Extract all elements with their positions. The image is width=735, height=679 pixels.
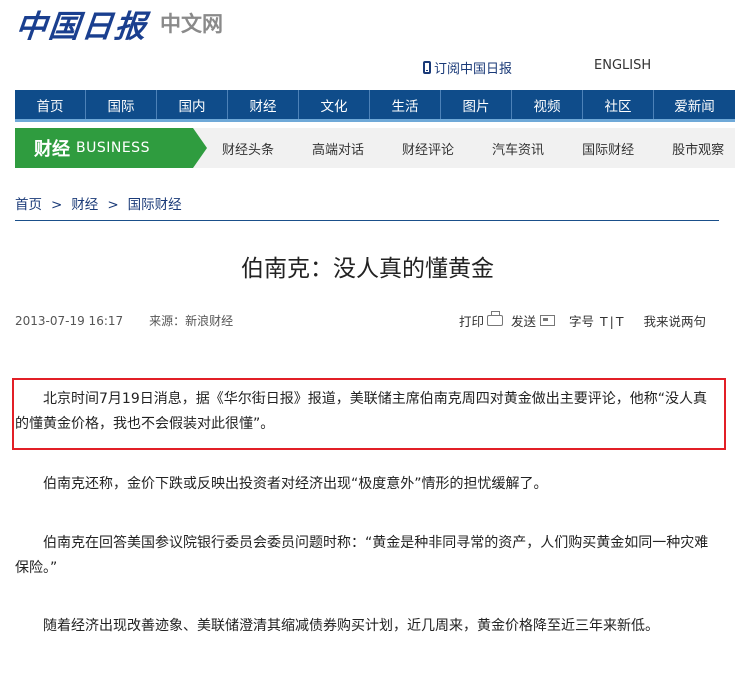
breadcrumb-divider <box>15 220 719 221</box>
breadcrumb-separator: > <box>51 197 63 213</box>
nav-item-video[interactable]: 视频 <box>512 90 583 119</box>
nav-item-ainews[interactable]: 爱新闻 <box>654 90 735 119</box>
section-link-headlines[interactable]: 财经头条 <box>222 139 274 158</box>
section-name-cn: 财经 <box>34 139 70 160</box>
section-name-en: BUSINESS <box>76 140 150 156</box>
font-size-small[interactable]: T <box>616 314 624 329</box>
nav-item-home[interactable]: 首页 <box>15 90 86 119</box>
comment-link[interactable]: 我来说两句 <box>644 311 707 330</box>
section-nav: 财经 BUSINESS 财经头条 高端对话 财经评论 汽车资讯 国际财经 股市观… <box>15 128 735 168</box>
section-links: 财经头条 高端对话 财经评论 汽车资讯 国际财经 股市观察 <box>222 128 735 168</box>
print-button[interactable]: 打印 <box>459 311 484 330</box>
nav-item-photos[interactable]: 图片 <box>441 90 512 119</box>
main-nav: 首页 国际 国内 财经 文化 生活 图片 视频 社区 爱新闻 <box>15 90 735 122</box>
article-source: 来源：新浪财经 <box>149 314 234 328</box>
breadcrumb-business[interactable]: 财经 <box>71 197 98 213</box>
nav-item-community[interactable]: 社区 <box>583 90 654 119</box>
english-link[interactable]: ENGLISH <box>594 58 651 73</box>
nav-item-life[interactable]: 生活 <box>370 90 441 119</box>
breadcrumb: 首页 > 财经 > 国际财经 <box>15 193 182 213</box>
font-size-separator: | <box>609 314 614 329</box>
section-link-commentary[interactable]: 财经评论 <box>402 139 454 158</box>
logo-subtitle: 中文网 <box>160 12 223 36</box>
article-tools: 打印 发送 字号 T | T 我来说两句 <box>459 311 706 330</box>
send-button[interactable]: 发送 <box>511 311 536 330</box>
section-link-dialogue[interactable]: 高端对话 <box>312 139 364 158</box>
article-paragraph: 伯南克还称，金价下跌或反映出投资者对经济出现“极度意外”情形的担忧缓解了。 <box>43 476 548 492</box>
printer-icon[interactable] <box>487 311 504 326</box>
nav-item-world[interactable]: 国际 <box>86 90 157 119</box>
logo-text: 中国日报 <box>13 8 150 45</box>
section-badge[interactable]: 财经 BUSINESS <box>15 128 207 168</box>
nav-item-business[interactable]: 财经 <box>228 90 299 119</box>
nav-item-culture[interactable]: 文化 <box>299 90 370 119</box>
breadcrumb-home[interactable]: 首页 <box>15 197 42 213</box>
breadcrumb-intl-finance[interactable]: 国际财经 <box>128 197 182 213</box>
article-paragraph: 伯南克在回答美国参议院银行委员会委员问题时称：“黄金是种非同寻常的资产，人们购买… <box>15 535 709 576</box>
font-size-control: 字号 T | T <box>569 311 626 330</box>
subscribe-label: 订阅中国日报 <box>434 62 513 77</box>
breadcrumb-separator: > <box>107 197 119 213</box>
site-logo[interactable]: 中国日报 中文网 <box>14 4 223 45</box>
section-link-stocks[interactable]: 股市观察 <box>672 139 724 158</box>
article-paragraph: 北京时间7月19日消息，据《华尔街日报》报道，美联储主席伯南克周四对黄金做出主要… <box>15 391 707 432</box>
article-paragraph: 随着经济出现改善迹象、美联储澄清其缩减债券购买计划，近几周来，黄金价格降至近三年… <box>43 618 659 634</box>
font-size-label: 字号 <box>569 314 595 329</box>
article-meta: 2013-07-19 16:17 来源：新浪财经 <box>15 312 233 329</box>
subscribe-link[interactable]: 订阅中国日报 <box>423 58 512 77</box>
section-link-intl-finance[interactable]: 国际财经 <box>582 139 634 158</box>
phone-icon <box>423 61 431 74</box>
nav-item-china[interactable]: 国内 <box>157 90 228 119</box>
article-datetime: 2013-07-19 16:17 <box>15 314 124 328</box>
article-title: 伯南克：没人真的懂黄金 <box>241 256 494 282</box>
send-icon[interactable] <box>540 315 556 326</box>
section-link-auto[interactable]: 汽车资讯 <box>492 139 544 158</box>
font-size-large[interactable]: T <box>600 314 608 329</box>
